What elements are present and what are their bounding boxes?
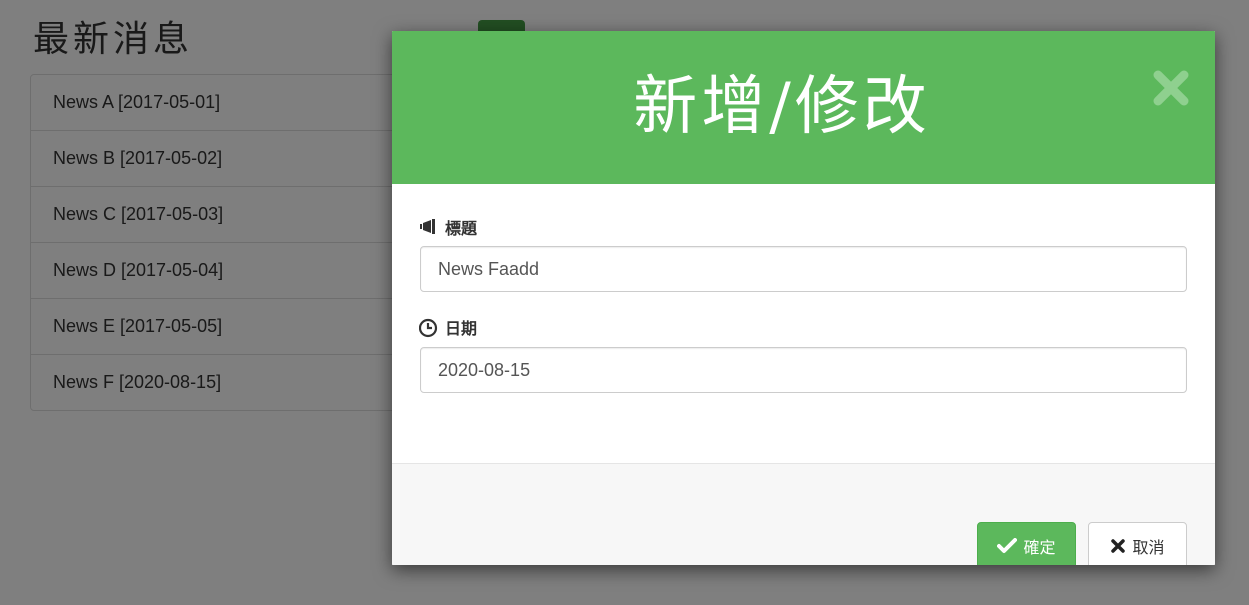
edit-modal: 新增/修改 標題 News Faadd 日期 2020-08-15 確定 取消	[392, 31, 1215, 565]
modal-title: 新增/修改	[633, 70, 931, 144]
modal-footer: 確定 取消	[392, 463, 1215, 565]
modal-header: 新增/修改	[392, 31, 1215, 184]
bullhorn-icon	[419, 218, 439, 236]
cancel-button[interactable]: 取消	[1088, 522, 1187, 565]
clock-icon	[419, 318, 439, 338]
date-field-label: 日期	[419, 316, 477, 338]
cancel-button-label: 取消	[1132, 537, 1165, 557]
modal-body: 標題 日期	[392, 184, 1215, 463]
title-label-text: 標題	[445, 219, 478, 238]
title-input[interactable]	[420, 246, 1187, 292]
title-field-label: 標題	[419, 216, 477, 238]
confirm-button[interactable]: 確定	[977, 522, 1076, 565]
date-label-text: 日期	[445, 319, 478, 338]
date-input[interactable]	[420, 347, 1187, 393]
close-icon[interactable]	[1150, 67, 1192, 109]
times-icon	[1110, 538, 1126, 554]
check-icon	[997, 537, 1018, 554]
confirm-button-label: 確定	[1023, 537, 1056, 557]
